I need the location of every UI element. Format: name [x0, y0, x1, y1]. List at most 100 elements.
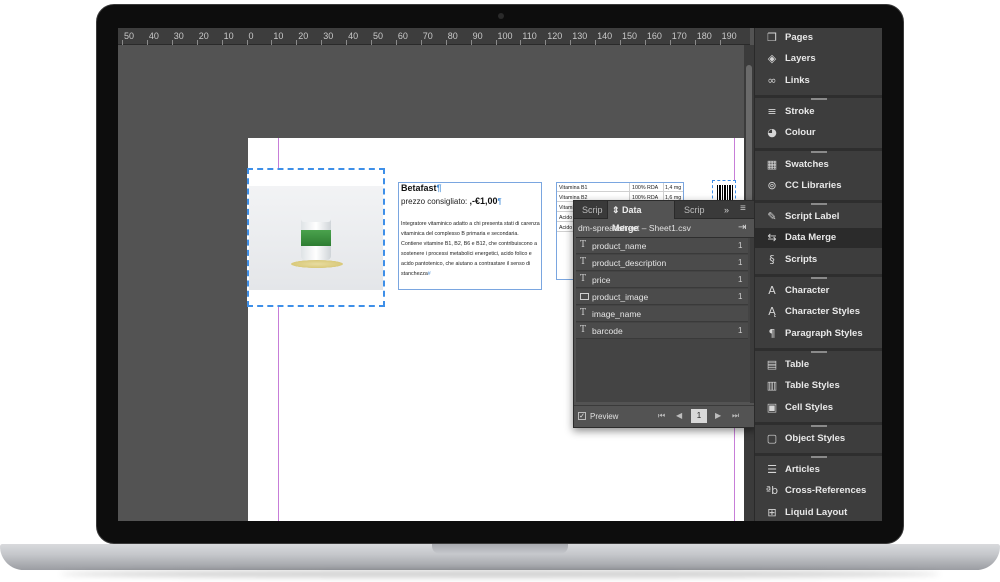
dock-item-object-styles[interactable]: ▢ Object Styles [755, 429, 882, 449]
dock-item-script-label[interactable]: ✎ Script Label [755, 207, 882, 227]
articles-icon: ☰ [767, 463, 777, 477]
field-count: 1 [738, 292, 743, 301]
field-row-barcode[interactable]: Tbarcode 1 [576, 323, 748, 339]
field-name: product_name [592, 241, 647, 251]
dock-item-label: Script Label [785, 211, 840, 223]
dock-item-table-styles[interactable]: ▥ Table Styles [755, 376, 882, 396]
field-row-price[interactable]: Tprice 1 [576, 272, 748, 288]
field-name: product_description [592, 258, 667, 268]
preview-checkbox[interactable]: ✓ [578, 412, 586, 420]
dock-item-paragraph-styles[interactable]: ¶ Paragraph Styles [755, 324, 882, 344]
dock-item-label: CC Libraries [785, 179, 842, 191]
dock-item-label: Character [785, 285, 830, 296]
dock-grip-handle[interactable] [811, 97, 827, 100]
ruler-tick-label: 70 [422, 31, 433, 41]
dock-item-colour[interactable]: ◕ Colour [755, 123, 882, 143]
dock-item-label: Articles [785, 464, 820, 476]
table-row: Vitamina B1 100% RDA 1,4 mg [557, 183, 683, 192]
field-name: product_image [592, 292, 649, 302]
script-label-icon: ✎ [767, 210, 777, 224]
cross-references-icon: ªb [765, 484, 779, 498]
ruler-tick-label: 190 [721, 31, 737, 41]
ruler-tick-label: 30 [173, 31, 184, 41]
dock-grip-handle[interactable] [811, 456, 827, 459]
table-styles-icon: ▥ [766, 379, 778, 393]
tab-scripts[interactable]: Scrip [680, 201, 709, 219]
dock-grip-handle[interactable] [811, 350, 827, 353]
first-record-icon[interactable]: ⏮ [658, 411, 665, 421]
dock-item-scripts[interactable]: § Scripts [755, 250, 882, 270]
field-row-product_name[interactable]: Tproduct_name 1 [576, 238, 748, 254]
field-row-product_image[interactable]: product_image 1 [576, 289, 748, 305]
field-list[interactable]: Tproduct_name 1 Tproduct_description 1 Tpric… [576, 237, 754, 403]
dock-item-label: Cross-References [785, 485, 867, 497]
last-record-icon[interactable]: ⏭ [732, 411, 739, 421]
product-description: Integratore vitaminico adatto a chi pres… [401, 221, 540, 277]
dock-item-label: Colour [785, 127, 816, 139]
cell-styles-icon: ▣ [766, 400, 778, 414]
dock-item-label: Swatches [785, 158, 829, 170]
dock-item-character-styles[interactable]: Ą Character Styles [755, 302, 882, 322]
ruler-tick-label: 10 [273, 31, 284, 41]
dock-item-data-merge[interactable]: ⇆ Data Merge [755, 228, 882, 249]
ruler-tick-label: 50 [373, 31, 384, 41]
dock-grip-handle[interactable] [811, 424, 827, 427]
dock-item-stroke[interactable]: ≡ Stroke [755, 102, 882, 122]
product-text-frame[interactable]: Betafast¶ prezzo consigliato: ,-€1,00¶ I… [398, 182, 542, 290]
text-field-icon: T [580, 240, 587, 250]
create-merged-document-icon[interactable]: ⇥ [738, 222, 746, 233]
next-record-icon[interactable]: ▶ [715, 411, 721, 420]
panel-menu-icon[interactable]: ≡ [740, 203, 746, 214]
ruler-tick-label: 50 [124, 31, 135, 41]
record-number-field[interactable]: 1 [691, 409, 707, 423]
dock-item-liquid-layout[interactable]: ⊞ Liquid Layout [755, 503, 882, 521]
dock-item-label: Links [785, 74, 810, 86]
dock-item-swatches[interactable]: ▦ Swatches [755, 155, 882, 175]
character-styles-icon: Ą [768, 305, 776, 319]
ruler-tick-label: 90 [472, 31, 483, 41]
tab-data-merge[interactable]: ⇕ Data Merge [607, 201, 675, 233]
dock-grip-handle[interactable] [811, 150, 827, 153]
table-cell-name: Vitamina B1 [559, 185, 588, 191]
links-icon: ∞ [767, 73, 777, 87]
data-merge-panel[interactable]: Scrip ⇕ Data Merge Scrip » ≡ dm-spreadsh… [573, 200, 757, 428]
field-count: 1 [738, 258, 743, 267]
liquid-layout-icon: ⊞ [767, 505, 777, 519]
dock-item-articles[interactable]: ☰ Articles [755, 460, 882, 480]
tab-overflow-icon[interactable]: » [724, 205, 729, 215]
panel-tab-bar: Scrip ⇕ Data Merge Scrip » ≡ [574, 201, 756, 233]
dock-item-cc-libraries[interactable]: ⊚ CC Libraries [755, 176, 882, 196]
dock-grip-handle[interactable] [811, 203, 827, 206]
character-icon: A [768, 284, 776, 297]
text-field-icon: T [580, 325, 587, 335]
paragraph-styles-icon: ¶ [768, 326, 776, 340]
scripts-icon: § [769, 252, 775, 266]
dock-item-character[interactable]: A Character [755, 281, 882, 301]
data-merge-icon: ⇆ [767, 231, 777, 245]
price-line: prezzo consigliato: ,-€1,00¶ [401, 196, 502, 206]
right-panel-dock: ❐ Pages ◈ Layers ∞ Links ≡ Stroke ◕ Colour ▦ Swatch… [754, 28, 882, 521]
dock-item-label: Table [785, 358, 810, 370]
dock-item-cell-styles[interactable]: ▣ Cell Styles [755, 398, 882, 418]
tab-script-label[interactable]: Scrip [578, 201, 607, 219]
screen: 50 40 30 20 10 0 10 20 30 40 50 60 70 80 90 100 110 120 13… [118, 28, 882, 521]
dock-grip-handle[interactable] [811, 277, 827, 279]
dock-item-label: Character Styles [785, 306, 860, 318]
dock-item-label: Scripts [785, 253, 818, 265]
horizontal-ruler[interactable]: 50 40 30 20 10 0 10 20 30 40 50 60 70 80 90 100 110 120 13… [118, 28, 750, 45]
previous-record-icon[interactable]: ◀ [676, 411, 682, 420]
dock-item-table[interactable]: ▤ Table [755, 355, 882, 375]
dock-item-cross-references[interactable]: ªb Cross-References [755, 481, 882, 501]
dock-item-layers[interactable]: ◈ Layers [755, 49, 882, 69]
dock-item-links[interactable]: ∞ Links [755, 71, 882, 91]
pills [291, 260, 343, 268]
dock-item-label: Pages [785, 32, 813, 43]
product-image-frame[interactable] [247, 168, 385, 307]
field-row-image_name[interactable]: Timage_name [576, 306, 748, 322]
colour-icon: ◕ [767, 126, 777, 140]
ruler-tick-label: 180 [696, 31, 712, 41]
field-row-product_description[interactable]: Tproduct_description 1 [576, 255, 748, 271]
dock-item-pages[interactable]: ❐ Pages [755, 28, 882, 48]
ruler-tick-label: 100 [497, 31, 513, 41]
ruler-tick-label: 20 [198, 31, 209, 41]
